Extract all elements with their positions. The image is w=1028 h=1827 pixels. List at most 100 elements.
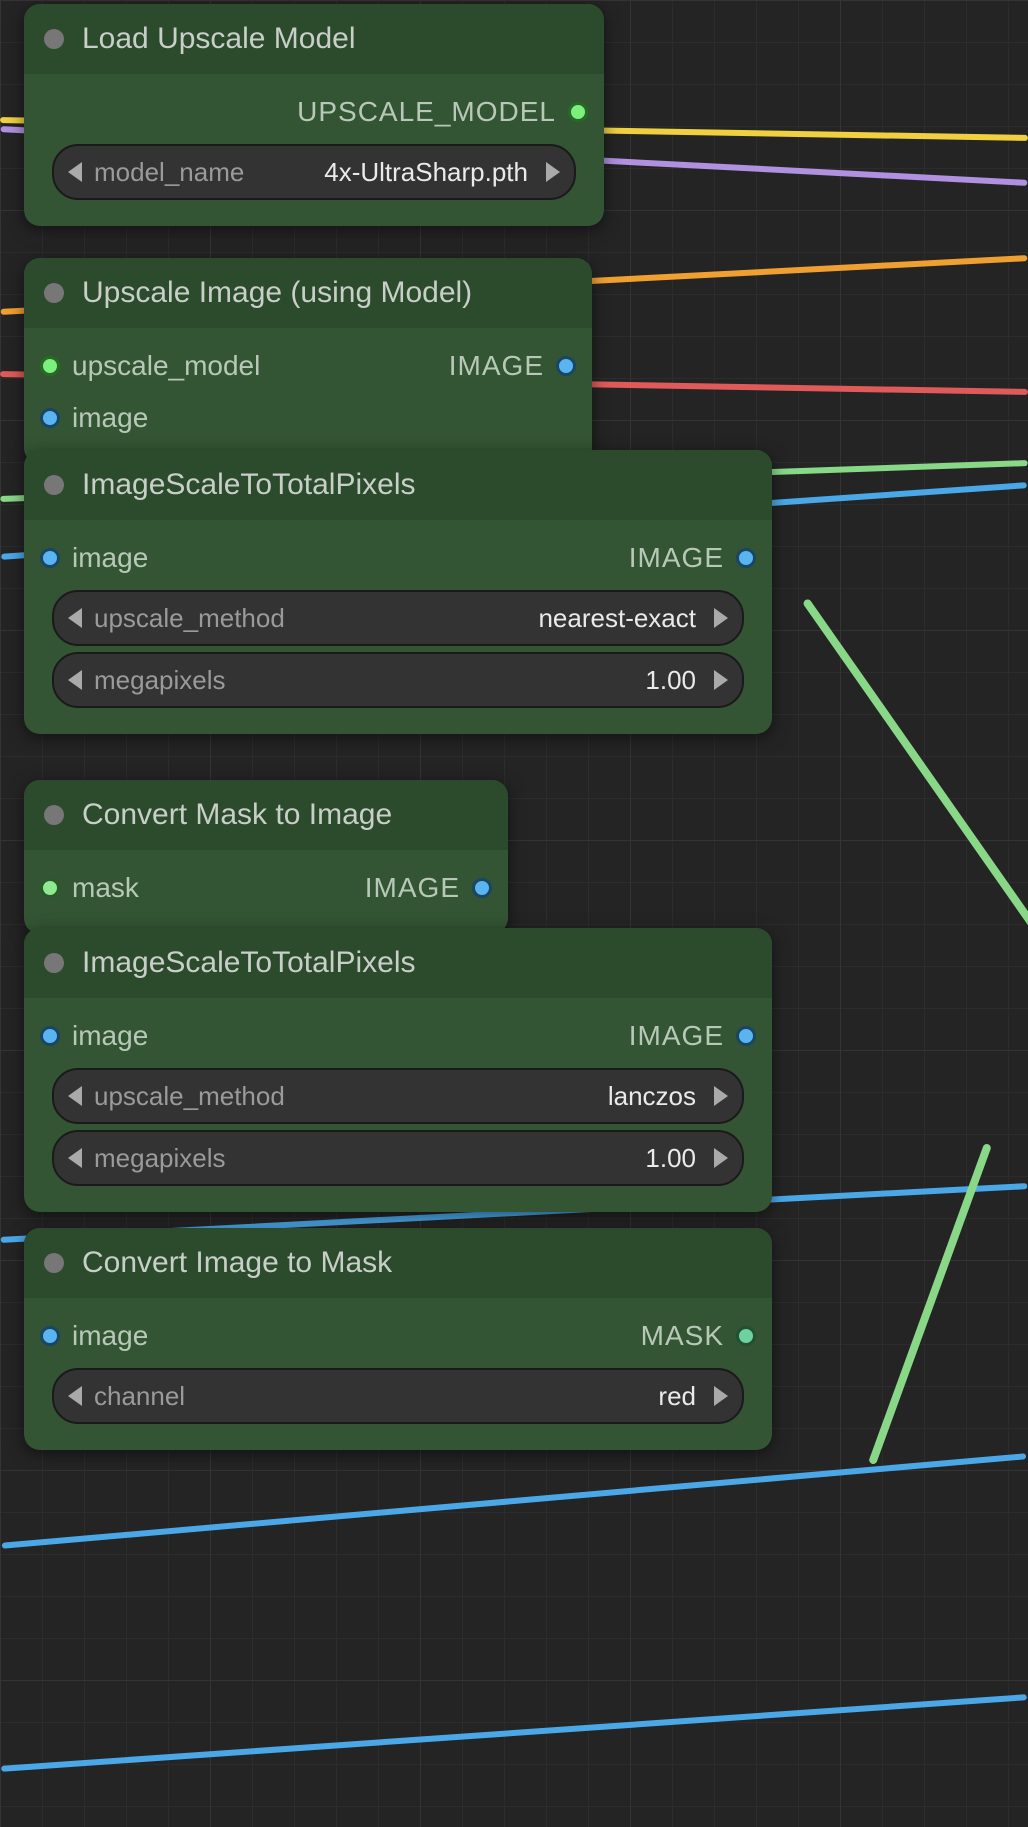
chevron-left-icon[interactable] <box>68 1386 82 1406</box>
collapse-dot-icon[interactable] <box>44 29 64 49</box>
chevron-right-icon[interactable] <box>714 1148 728 1168</box>
input-label: image <box>72 542 148 574</box>
port-icon[interactable] <box>40 878 60 898</box>
chevron-right-icon[interactable] <box>714 1086 728 1106</box>
widget-value: nearest-exact <box>297 603 702 634</box>
chevron-left-icon[interactable] <box>68 162 82 182</box>
widget-megapixels[interactable]: megapixels 1.00 <box>52 1130 744 1186</box>
port-icon[interactable] <box>40 356 60 376</box>
widget-channel[interactable]: channel red <box>52 1368 744 1424</box>
node-image-scale-b[interactable]: ImageScaleToTotalPixels image IMAGE upsc… <box>24 928 772 1212</box>
chevron-left-icon[interactable] <box>68 1148 82 1168</box>
node-mask-to-image[interactable]: Convert Mask to Image mask IMAGE <box>24 780 508 934</box>
node-body: image IMAGE upscale_method nearest-exact… <box>24 520 772 734</box>
node-header[interactable]: Upscale Image (using Model) <box>24 258 592 328</box>
output-label: IMAGE <box>365 872 460 904</box>
widget-upscale-method[interactable]: upscale_method lanczos <box>52 1068 744 1124</box>
collapse-dot-icon[interactable] <box>44 475 64 495</box>
node-load-upscale-model[interactable]: Load Upscale Model UPSCALE_MODEL model_n… <box>24 4 604 226</box>
output-mask[interactable]: MASK <box>641 1320 756 1352</box>
node-title: Convert Mask to Image <box>82 798 392 832</box>
io-row: image IMAGE <box>24 532 772 584</box>
node-header[interactable]: Convert Image to Mask <box>24 1228 772 1298</box>
node-body: upscale_model IMAGE image <box>24 328 592 464</box>
widget-value: 1.00 <box>238 1143 702 1174</box>
node-canvas[interactable]: Load Upscale Model UPSCALE_MODEL model_n… <box>0 0 1028 1827</box>
port-icon[interactable] <box>568 102 588 122</box>
collapse-dot-icon[interactable] <box>44 805 64 825</box>
node-image-to-mask[interactable]: Convert Image to Mask image MASK channel… <box>24 1228 772 1450</box>
chevron-right-icon[interactable] <box>714 608 728 628</box>
output-image[interactable]: IMAGE <box>365 872 492 904</box>
chevron-right-icon[interactable] <box>546 162 560 182</box>
node-title: Convert Image to Mask <box>82 1246 392 1280</box>
input-upscale-model[interactable]: upscale_model <box>40 350 260 382</box>
widget-label: upscale_method <box>94 1081 285 1112</box>
widget-label: upscale_method <box>94 603 285 634</box>
widget-label: megapixels <box>94 1143 226 1174</box>
io-row: mask IMAGE <box>24 862 508 914</box>
output-label: IMAGE <box>449 350 544 382</box>
widget-label: megapixels <box>94 665 226 696</box>
io-row: image <box>24 392 592 444</box>
node-title: ImageScaleToTotalPixels <box>82 946 416 980</box>
port-icon[interactable] <box>736 1326 756 1346</box>
node-header[interactable]: ImageScaleToTotalPixels <box>24 450 772 520</box>
widget-megapixels[interactable]: megapixels 1.00 <box>52 652 744 708</box>
node-body: image MASK channel red <box>24 1298 772 1450</box>
port-icon[interactable] <box>40 408 60 428</box>
widget-upscale-method[interactable]: upscale_method nearest-exact <box>52 590 744 646</box>
output-row: UPSCALE_MODEL <box>24 86 604 138</box>
chevron-left-icon[interactable] <box>68 670 82 690</box>
collapse-dot-icon[interactable] <box>44 1253 64 1273</box>
port-icon[interactable] <box>472 878 492 898</box>
node-header[interactable]: Load Upscale Model <box>24 4 604 74</box>
collapse-dot-icon[interactable] <box>44 953 64 973</box>
input-mask[interactable]: mask <box>40 872 139 904</box>
input-label: image <box>72 1320 148 1352</box>
widget-label: channel <box>94 1381 185 1412</box>
output-label: IMAGE <box>629 542 724 574</box>
chevron-right-icon[interactable] <box>714 670 728 690</box>
input-label: image <box>72 402 148 434</box>
input-label: upscale_model <box>72 350 260 382</box>
output-upscale-model[interactable]: UPSCALE_MODEL <box>297 96 588 128</box>
chevron-left-icon[interactable] <box>68 608 82 628</box>
chevron-left-icon[interactable] <box>68 1086 82 1106</box>
port-icon[interactable] <box>40 1026 60 1046</box>
output-image[interactable]: IMAGE <box>629 542 756 574</box>
node-title: ImageScaleToTotalPixels <box>82 468 416 502</box>
widget-label: model_name <box>94 157 244 188</box>
widget-value: red <box>197 1381 702 1412</box>
input-label: mask <box>72 872 139 904</box>
node-header[interactable]: ImageScaleToTotalPixels <box>24 928 772 998</box>
collapse-dot-icon[interactable] <box>44 283 64 303</box>
widget-value: 4x-UltraSharp.pth <box>256 157 534 188</box>
input-image[interactable]: image <box>40 402 148 434</box>
output-image[interactable]: IMAGE <box>629 1020 756 1052</box>
output-label: MASK <box>641 1320 724 1352</box>
node-title: Load Upscale Model <box>82 22 356 56</box>
input-image[interactable]: image <box>40 1020 148 1052</box>
node-upscale-image[interactable]: Upscale Image (using Model) upscale_mode… <box>24 258 592 464</box>
node-body: mask IMAGE <box>24 850 508 934</box>
io-row: image MASK <box>24 1310 772 1362</box>
node-body: UPSCALE_MODEL model_name 4x-UltraSharp.p… <box>24 74 604 226</box>
port-icon[interactable] <box>556 356 576 376</box>
input-image[interactable]: image <box>40 542 148 574</box>
widget-model-name[interactable]: model_name 4x-UltraSharp.pth <box>52 144 576 200</box>
node-body: image IMAGE upscale_method lanczos megap… <box>24 998 772 1212</box>
port-icon[interactable] <box>736 548 756 568</box>
input-label: image <box>72 1020 148 1052</box>
input-image[interactable]: image <box>40 1320 148 1352</box>
output-image[interactable]: IMAGE <box>449 350 576 382</box>
port-icon[interactable] <box>736 1026 756 1046</box>
output-label: IMAGE <box>629 1020 724 1052</box>
port-icon[interactable] <box>40 1326 60 1346</box>
chevron-right-icon[interactable] <box>714 1386 728 1406</box>
node-title: Upscale Image (using Model) <box>82 276 472 310</box>
widget-value: 1.00 <box>238 665 702 696</box>
port-icon[interactable] <box>40 548 60 568</box>
node-header[interactable]: Convert Mask to Image <box>24 780 508 850</box>
node-image-scale-a[interactable]: ImageScaleToTotalPixels image IMAGE upsc… <box>24 450 772 734</box>
